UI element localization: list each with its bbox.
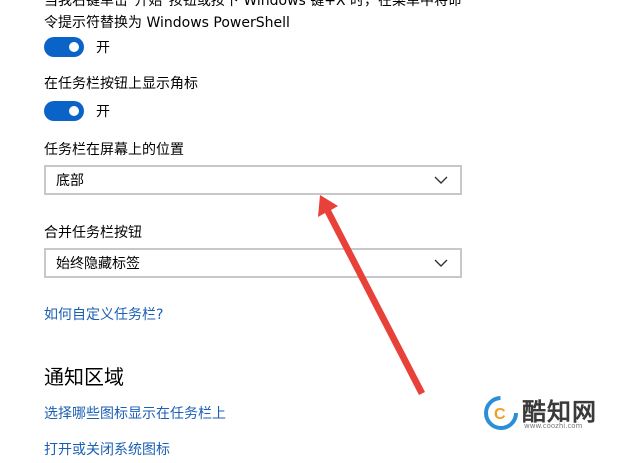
chevron-down-icon (434, 176, 448, 184)
svg-text:C: C (494, 406, 506, 423)
notification-area-title: 通知区域 (44, 365, 124, 389)
badge-label: 在任务栏按钮上显示角标 (44, 76, 198, 92)
system-icons-link[interactable]: 打开或关闭系统图标 (44, 439, 170, 459)
watermark-url: www.coozhi.com (524, 422, 583, 430)
customize-taskbar-link[interactable]: 如何自定义任务栏? (44, 304, 163, 324)
taskbar-settings-page: 当我右键单击"开始"按钮或按下 Windows 键+X 时，在菜单中将命 令提示… (0, 0, 639, 463)
watermark: C 酷知网 www.coozhi.com (484, 392, 634, 436)
position-dropdown-value: 底部 (56, 173, 84, 189)
position-dropdown[interactable]: 底部 (44, 165, 462, 195)
powershell-description-line2: 令提示符替换为 Windows PowerShell (44, 15, 290, 31)
combine-dropdown-value: 始终隐藏标签 (56, 256, 140, 272)
chevron-down-icon (434, 259, 448, 267)
powershell-toggle-state: 开 (96, 40, 110, 56)
badge-toggle-state: 开 (96, 104, 110, 120)
powershell-toggle[interactable] (44, 37, 84, 57)
powershell-toggle-row: 开 (44, 36, 110, 58)
position-label: 任务栏在屏幕上的位置 (44, 142, 184, 158)
toggle-knob (69, 106, 79, 116)
toggle-knob (69, 42, 79, 52)
select-icons-link[interactable]: 选择哪些图标显示在任务栏上 (44, 403, 226, 423)
powershell-description-line1: 当我右键单击"开始"按钮或按下 Windows 键+X 时，在菜单中将命 (44, 0, 463, 9)
badge-toggle[interactable] (44, 101, 84, 121)
combine-dropdown[interactable]: 始终隐藏标签 (44, 248, 462, 278)
coozhi-logo-icon: C (484, 396, 518, 430)
badge-toggle-row: 开 (44, 100, 110, 122)
combine-label: 合并任务栏按钮 (44, 225, 142, 241)
powershell-description: 当我右键单击"开始"按钮或按下 Windows 键+X 时，在菜单中将命 令提示… (44, 0, 484, 34)
arrow-shape (318, 195, 425, 395)
